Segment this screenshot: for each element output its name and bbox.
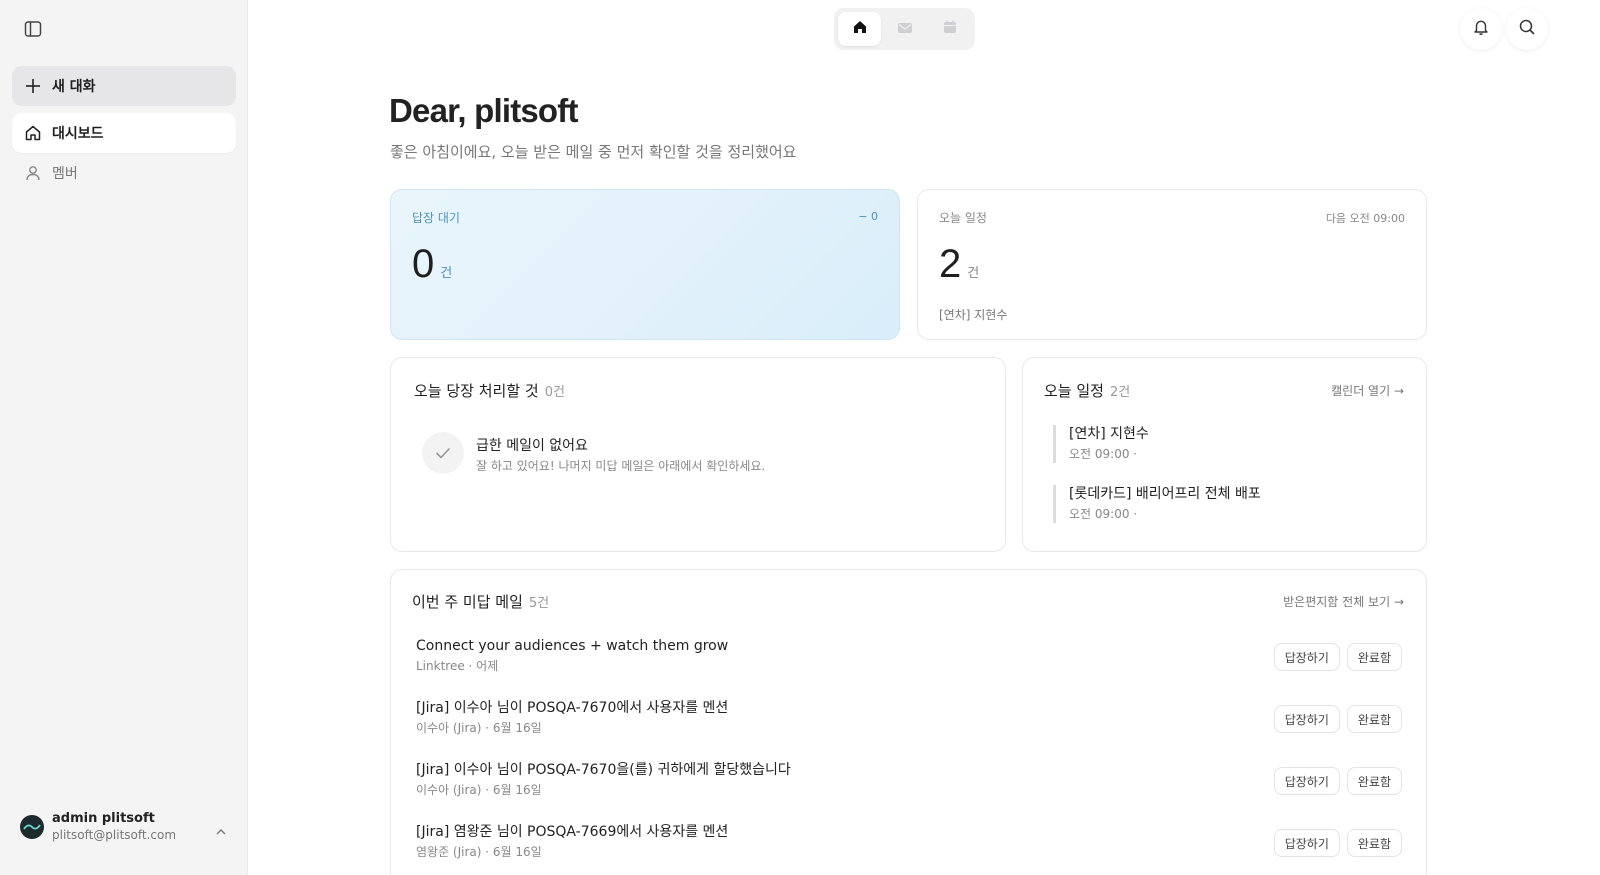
view-inbox-link[interactable]: 받은편지함 전체 보기 → [1283,593,1404,610]
today-schedule-card: 오늘 일정 2건 캘린더 열기 → [연차] 지현수 오전 09:00 · [롯데… [1022,357,1427,552]
mail-actions: 답장하기 완료함 [1273,705,1402,733]
event-title: [연차] 지현수 [1069,426,1149,442]
event-time: 오전 09:00 · [1069,507,1138,521]
card-count: 0건 [544,385,565,400]
schedule-stat-card[interactable]: 오늘 일정 다음 오전 09:00 2건 [연차] 지현수 [917,189,1427,340]
home-icon [852,19,868,39]
profile-email: plitsoft@plitsoft.com [52,828,177,842]
mail-meta: 이수아 (Jira) · 6월 16일 [416,721,542,735]
reply-button[interactable]: 답장하기 [1273,643,1340,671]
search-button[interactable] [1506,8,1548,50]
stat-number: 0 [412,242,435,286]
card-title: 이번 주 미답 메일 [412,593,523,611]
chevron-up-icon [216,821,226,840]
bell-icon [1472,18,1490,40]
page-subtitle: 좋은 아침이에요, 오늘 받은 메일 중 먼저 확인할 것을 정리했어요 [390,143,797,161]
event-time: 오전 09:00 · [1069,447,1138,461]
stat-label: 답장 대기 [412,211,460,225]
urgent-card: 오늘 당장 처리할 것 0건 급한 메일이 없어요 잘 하고 있어요! 나머지 미… [390,357,1006,552]
mail-actions: 답장하기 완료함 [1273,643,1402,671]
mail-subject[interactable]: Connect your audiences + watch them grow [416,637,1402,655]
tab-calendar[interactable] [928,12,971,46]
card-heading: 오늘 일정 2건 [1044,380,1130,401]
mail-subject[interactable]: [Jira] 염왕준 님이 POSQA-7669에서 사용자를 멘션 [416,823,1402,841]
user-icon [24,164,42,182]
avatar [20,815,44,839]
page-title: Dear, plitsoft [389,92,578,129]
mail-actions: 답장하기 완료함 [1273,829,1402,857]
card-count: 2건 [1109,385,1131,400]
mail-row: Connect your audiences + watch them grow… [416,637,1402,681]
reply-button[interactable]: 답장하기 [1273,767,1340,795]
mail-row: [Jira] 염왕준 님이 POSQA-7669에서 사용자를 멘션 염왕준 (… [416,823,1402,867]
empty-state-title: 급한 메일이 없어요 [476,438,588,454]
stat-value: 0건 [412,242,452,287]
mail-meta: Linktree · 어제 [416,659,499,673]
mail-row: [Jira] 이수아 님이 POSQA-7670을(를) 귀하에게 할당했습니다… [416,761,1402,805]
card-count: 5건 [528,596,550,611]
card-title: 오늘 일정 [1044,382,1104,400]
event-title: [롯데카드] 배리어프리 전체 배포 [1069,486,1261,502]
tab-mail[interactable] [883,12,926,46]
card-heading: 이번 주 미답 메일 5건 [412,591,549,612]
first-event: [연차] 지현수 [939,308,1008,322]
mail-subject[interactable]: [Jira] 이수아 님이 POSQA-7670에서 사용자를 멘션 [416,699,1402,717]
stat-unit: 건 [967,265,980,280]
mail-meta: 이수아 (Jira) · 6월 16일 [416,783,542,797]
stat-delta: − 0 [858,210,878,223]
plus-icon [24,77,42,95]
calendar-icon [942,19,958,39]
mail-actions: 답장하기 완료함 [1273,767,1402,795]
empty-state-subtitle: 잘 하고 있어요! 나머지 미답 메일은 아래에서 확인하세요. [476,459,766,473]
profile-menu[interactable]: admin plitsoft plitsoft@plitsoft.com [20,809,234,845]
reply-button[interactable]: 답장하기 [1273,829,1340,857]
mail-icon [897,20,913,39]
sidebar: 새 대화 대시보드 멤버 admin plitsoft plitsoft@pli… [0,0,248,875]
unanswered-mail-card: 이번 주 미답 메일 5건 받은편지함 전체 보기 → Connect your … [390,569,1427,875]
sidebar-item-dashboard[interactable]: 대시보드 [12,113,236,153]
tab-home[interactable] [838,12,881,46]
stat-unit: 건 [440,265,453,280]
done-button[interactable]: 완료함 [1346,767,1402,795]
check-icon [422,432,464,474]
search-icon [1518,18,1536,40]
new-chat-button[interactable]: 새 대화 [12,66,236,106]
done-button[interactable]: 완료함 [1346,643,1402,671]
home-icon [24,124,42,142]
reply-pending-card[interactable]: 답장 대기 − 0 0건 [390,189,900,340]
new-chat-label: 새 대화 [52,79,96,95]
open-calendar-link[interactable]: 캘린더 열기 → [1331,382,1404,399]
schedule-event[interactable]: [연차] 지현수 오전 09:00 · [1053,425,1149,463]
sidebar-item-label: 대시보드 [52,126,104,142]
profile-name: admin plitsoft [52,811,155,826]
next-event-time: 다음 오전 09:00 [1325,212,1405,225]
stat-number: 2 [939,242,962,286]
reply-button[interactable]: 답장하기 [1273,705,1340,733]
sidebar-item-member[interactable]: 멤버 [12,153,236,193]
stat-label: 오늘 일정 [939,211,987,225]
schedule-event[interactable]: [롯데카드] 배리어프리 전체 배포 오전 09:00 · [1053,485,1261,523]
done-button[interactable]: 완료함 [1346,829,1402,857]
sidebar-toggle-icon[interactable] [22,18,44,40]
mail-meta: 염왕준 (Jira) · 6월 16일 [416,845,542,859]
notifications-button[interactable] [1460,8,1502,50]
card-title: 오늘 당장 처리할 것 [414,382,539,400]
mail-subject[interactable]: [Jira] 이수아 님이 POSQA-7670을(를) 귀하에게 할당했습니다 [416,761,1402,779]
done-button[interactable]: 완료함 [1346,705,1402,733]
stat-value: 2건 [939,242,979,287]
sidebar-item-label: 멤버 [52,166,78,182]
mail-row: [Jira] 이수아 님이 POSQA-7670에서 사용자를 멘션 이수아 (… [416,699,1402,743]
card-heading: 오늘 당장 처리할 것 0건 [414,380,565,401]
view-switcher [834,8,975,50]
